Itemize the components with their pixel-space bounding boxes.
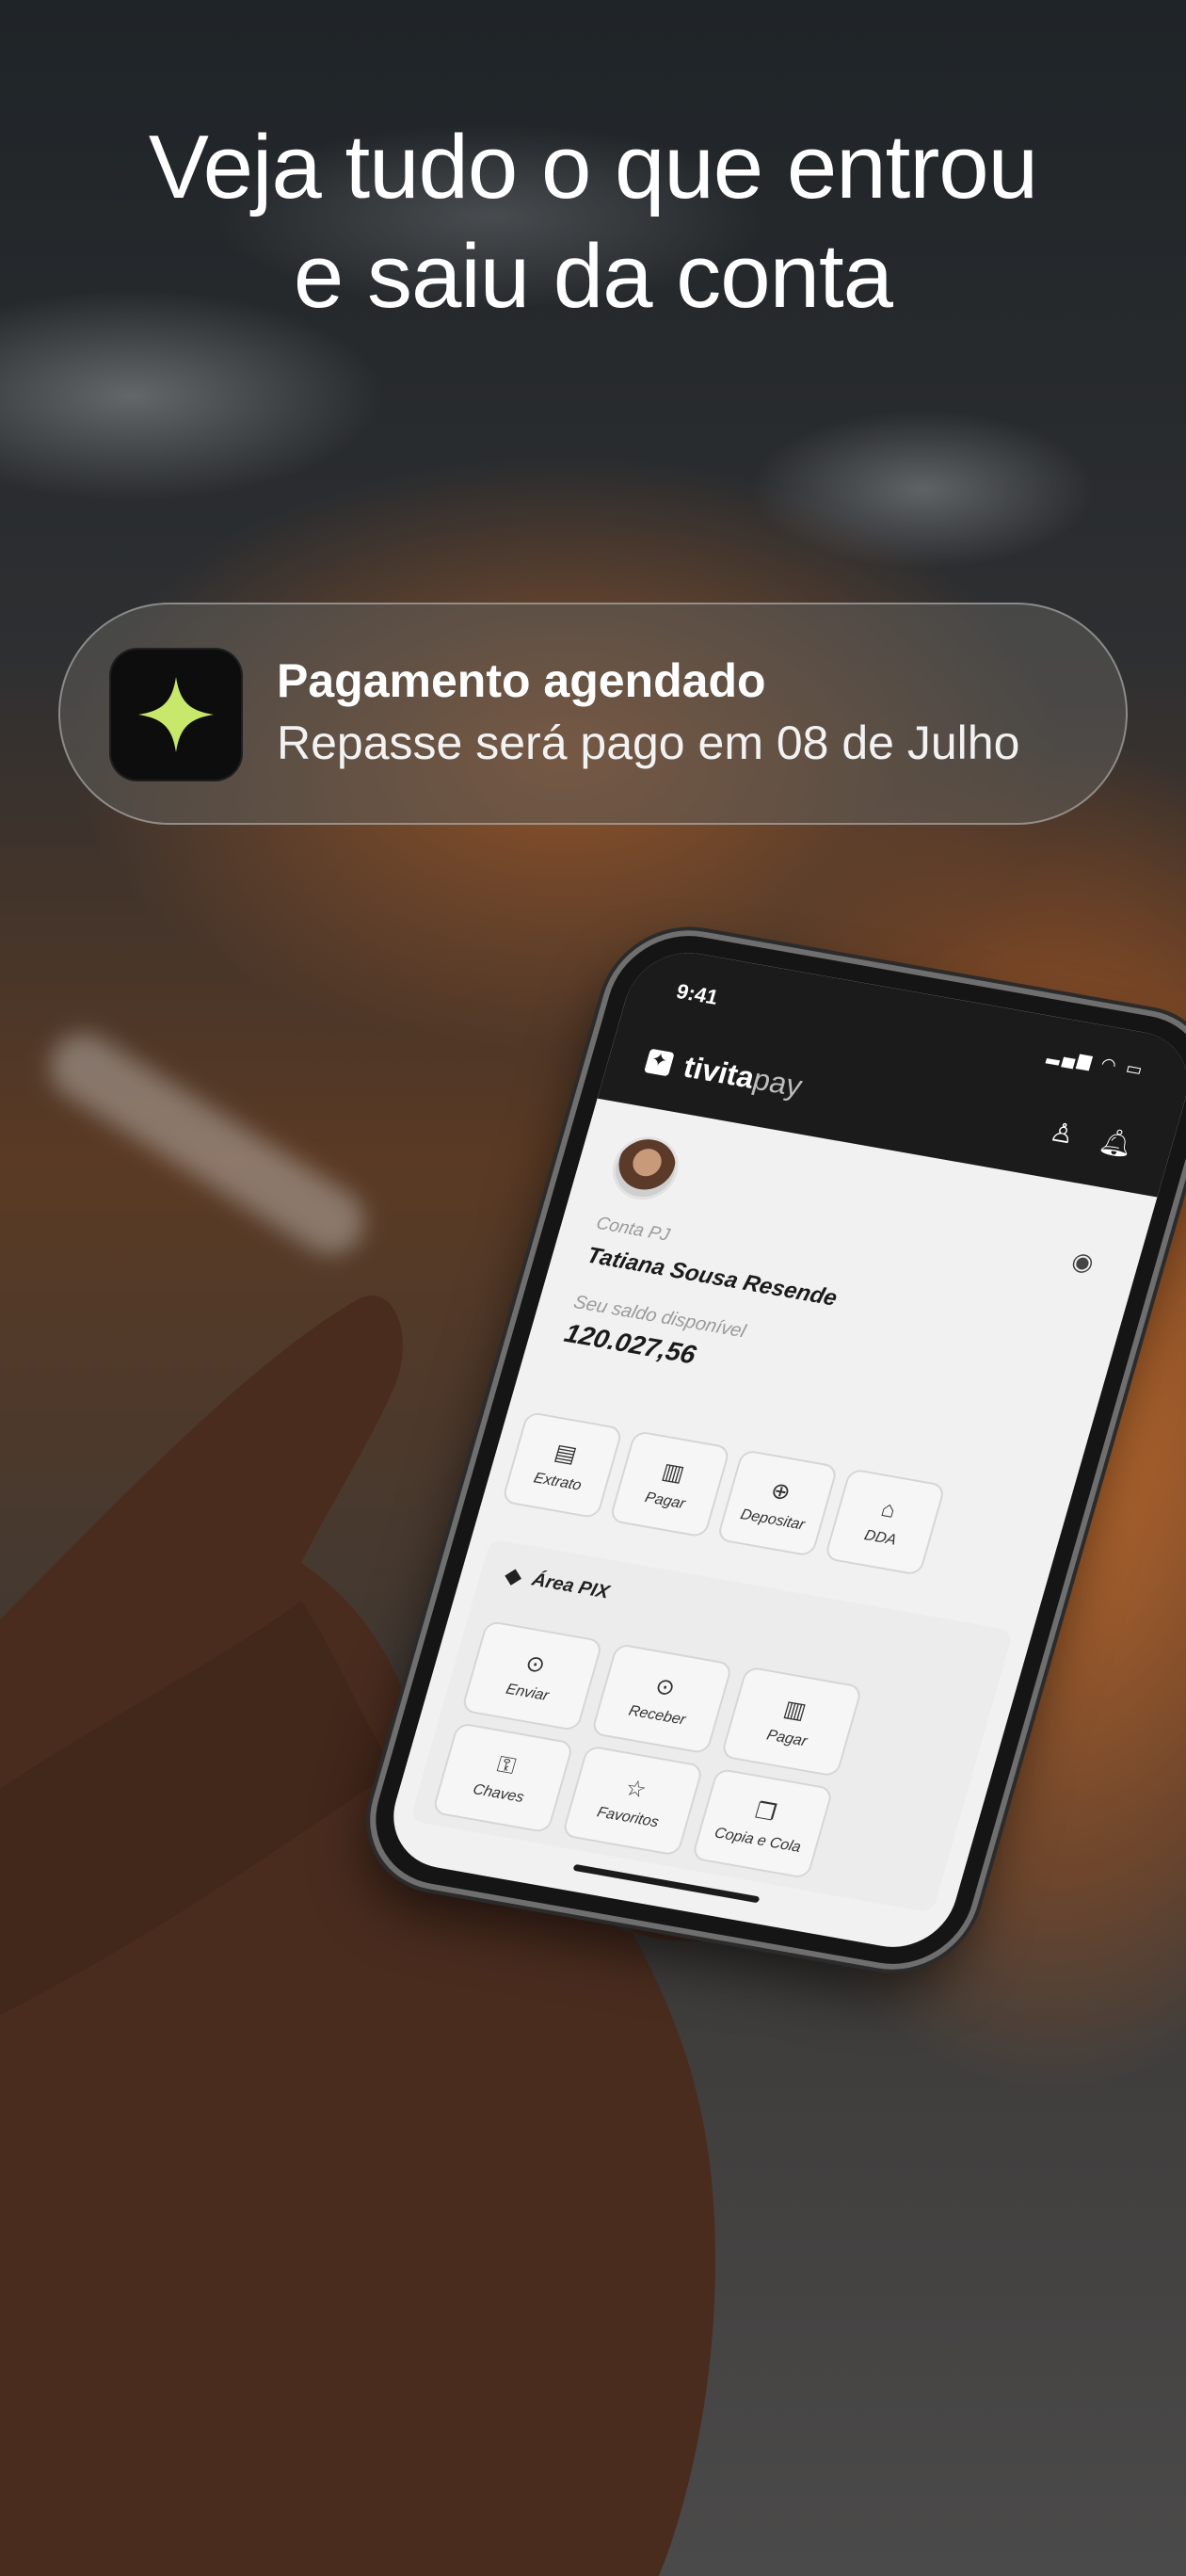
receive-money-icon: ⊙ [652,1672,679,1701]
pix-area: ◆ Área PIX ⊙ Enviar ⊙ Receber ▥ Pagar ⚿ Chav… [409,1538,1014,1913]
star-icon: ☆ [622,1775,650,1803]
pix-title: Área PIX [529,1569,612,1602]
profile-icon[interactable]: ♙ [1047,1116,1079,1150]
send-money-icon: ⊙ [522,1650,549,1679]
pix-item-label: Receber [627,1702,688,1729]
status-time: 9:41 [673,979,722,1009]
avatar[interactable] [604,1131,686,1205]
action-dda[interactable]: ⌂ DDA [824,1468,947,1576]
pix-item-label: Favoritos [595,1803,661,1830]
brand-logo: tivitapay [643,1043,807,1104]
action-pagar[interactable]: ▥ Pagar [608,1429,731,1538]
pix-item-label: Copia e Cola [713,1824,803,1856]
pix-receber[interactable]: ⊙ Receber [590,1642,734,1755]
signal-wifi-battery-icon: ▂▄▆ ◠ ▭ [1045,1044,1147,1080]
action-label: Extrato [532,1469,584,1494]
action-depositar[interactable]: ⊕ Depositar [715,1449,839,1557]
pix-icon: ◆ [502,1562,525,1588]
pix-item-label: Pagar [764,1727,809,1749]
receipt-icon: ▤ [552,1439,580,1468]
action-label: DDA [862,1527,899,1549]
logo-icon [644,1048,675,1076]
pix-favoritos[interactable]: ☆ Favoritos [561,1745,705,1857]
barcode-icon: ▥ [659,1457,688,1487]
action-extrato[interactable]: ▤ Extrato [501,1410,624,1520]
bank-icon: ⌂ [877,1496,899,1523]
key-icon: ⚿ [494,1751,519,1779]
pix-pagar[interactable]: ▥ Pagar [720,1666,863,1778]
pix-item-label: Enviar [504,1681,552,1704]
pix-chaves[interactable]: ⚿ Chaves [431,1721,575,1834]
barcode-icon: ▥ [780,1695,809,1725]
action-label: Pagar [643,1489,688,1512]
brand-name: tivita [680,1049,759,1095]
pix-copia-e-cola[interactable]: ❐ Copia e Cola [691,1767,834,1880]
deposit-icon: ⊕ [767,1477,794,1505]
pix-item-label: Chaves [471,1781,526,1807]
copy-icon: ❐ [752,1797,779,1827]
pix-enviar[interactable]: ⊙ Enviar [460,1619,604,1732]
action-label: Depositar [738,1505,807,1533]
bell-icon[interactable]: 🔔︎ [1096,1125,1137,1161]
pix-header: ◆ Área PIX [503,1563,613,1604]
brand-suffix: pay [748,1061,807,1103]
